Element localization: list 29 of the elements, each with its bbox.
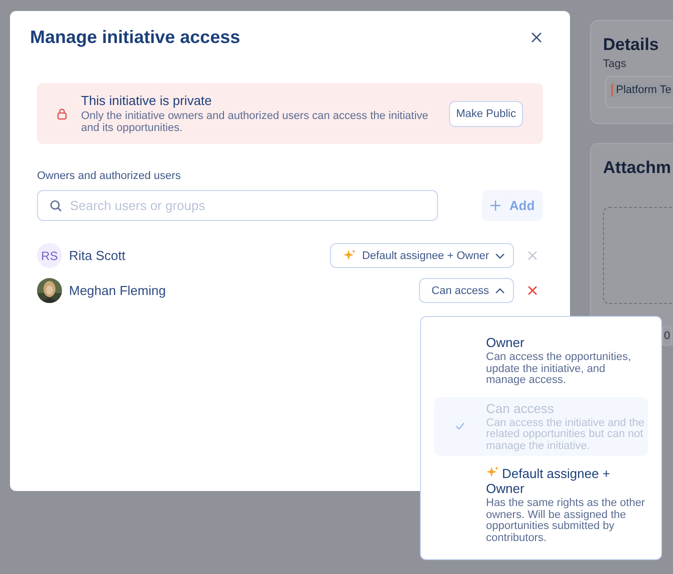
count-chip: 0 xyxy=(662,326,672,346)
check-icon xyxy=(455,422,465,430)
role-option[interactable]: Owner Can access the opportunities, update the initiative, and manage access. xyxy=(434,331,648,390)
sparkle-icon xyxy=(486,466,499,479)
card-title: Attachm xyxy=(603,158,672,178)
remove-button[interactable] xyxy=(526,284,539,297)
lock-icon xyxy=(57,108,67,120)
search-field[interactable]: Search users or groups xyxy=(37,190,438,221)
sparkle-icon xyxy=(343,249,356,262)
tags-field[interactable]: Platform Te xyxy=(605,76,673,108)
plus-icon xyxy=(490,200,502,211)
avatar: RS xyxy=(37,243,62,268)
close-button[interactable] xyxy=(529,30,544,45)
user-name: Meghan Fleming xyxy=(69,283,167,298)
search-icon xyxy=(50,200,62,212)
role-option[interactable]: Default assignee + Owner Has the same rights as the other owners. Will be assigned the opportunities submitted by contributors. xyxy=(434,462,648,548)
role-dropdown[interactable]: Default assignee + Owner xyxy=(330,243,514,268)
chevron-up-icon xyxy=(495,288,505,294)
role-dropdown[interactable]: Can access xyxy=(418,278,514,303)
chevron-down-icon xyxy=(495,252,505,258)
notice-title: This initiative is private xyxy=(81,93,213,108)
make-public-button[interactable]: Make Public xyxy=(449,100,523,126)
user-name: Rita Scott xyxy=(69,248,126,263)
tags-label: Tags xyxy=(603,58,626,70)
notice-text: Only the initiative owners and authorized users can access the initiative and its opportunities. xyxy=(81,110,430,134)
tag: Platform Te xyxy=(611,83,673,97)
section-label: Owners and authorized users xyxy=(37,170,182,182)
card-title: Details xyxy=(603,35,659,55)
dialog-title: Manage initiative access xyxy=(30,27,240,48)
